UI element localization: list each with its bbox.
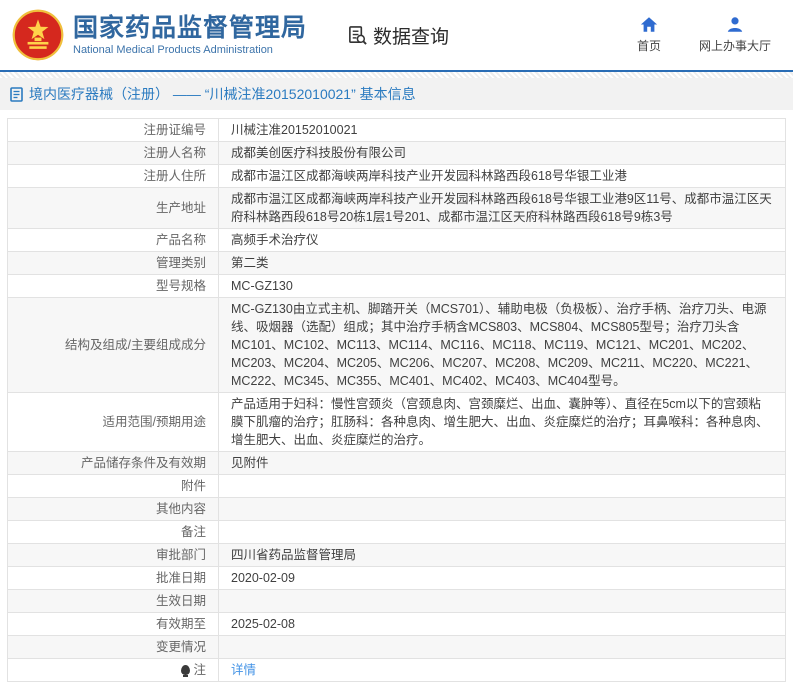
- row-label: 管理类别: [8, 252, 219, 275]
- table-row: 附件: [8, 475, 786, 498]
- document-icon: [10, 87, 24, 102]
- row-label: 注册证编号: [8, 119, 219, 142]
- table-row: 审批部门四川省药品监督管理局: [8, 544, 786, 567]
- row-label: 附件: [8, 475, 219, 498]
- table-row: 注册人住所成都市温江区成都海峡两岸科技产业开发园科林路西段618号华银工业港: [8, 165, 786, 188]
- row-label: 产品储存条件及有效期: [8, 452, 219, 475]
- row-value: 见附件: [219, 452, 786, 475]
- org-names: 国家药品监督管理局 National Medical Products Admi…: [73, 14, 307, 56]
- row-label: 变更情况: [8, 636, 219, 659]
- breadcrumb-text: 境内医疗器械（注册） —— “川械注准20152010021” 基本信息: [29, 84, 416, 104]
- row-label: 审批部门: [8, 544, 219, 567]
- row-value: 成都市温江区成都海峡两岸科技产业开发园科林路西段618号华银工业港9区11号、成…: [219, 188, 786, 229]
- row-value: 高频手术治疗仪: [219, 229, 786, 252]
- row-label: 结构及组成/主要组成成分: [8, 298, 219, 393]
- table-row: 变更情况: [8, 636, 786, 659]
- nav-service-hall-label: 网上办事大厅: [699, 37, 771, 54]
- row-label: 批准日期: [8, 567, 219, 590]
- table-row: 注详情: [8, 659, 786, 682]
- table-row: 注册证编号川械注准20152010021: [8, 119, 786, 142]
- table-row: 生效日期: [8, 590, 786, 613]
- header-nav: 首页 网上办事大厅: [629, 16, 781, 54]
- row-label: 其他内容: [8, 498, 219, 521]
- row-label: 型号规格: [8, 275, 219, 298]
- row-value: 第二类: [219, 252, 786, 275]
- breadcrumb: 境内医疗器械（注册） —— “川械注准20152010021” 基本信息: [0, 78, 793, 110]
- nav-home-label: 首页: [637, 37, 661, 54]
- note-bulb-icon: [181, 665, 190, 675]
- data-query-title: 数据查询: [347, 22, 449, 49]
- table-row: 注册人名称成都美创医疗科技股份有限公司: [8, 142, 786, 165]
- table-row: 其他内容: [8, 498, 786, 521]
- row-value: MC-GZ130由立式主机、脚踏开关（MCS701）、辅助电极（负极板）、治疗手…: [219, 298, 786, 393]
- table-row: 适用范围/预期用途产品适用于妇科：慢性宫颈炎（宫颈息肉、宫颈糜烂、出血、囊肿等）…: [8, 393, 786, 452]
- row-value: 产品适用于妇科：慢性宫颈炎（宫颈息肉、宫颈糜烂、出血、囊肿等）、直径在5cm以下…: [219, 393, 786, 452]
- home-icon: [640, 16, 658, 33]
- table-row: 有效期至2025-02-08: [8, 613, 786, 636]
- row-value: [219, 498, 786, 521]
- row-value: 2020-02-09: [219, 567, 786, 590]
- row-label: 有效期至: [8, 613, 219, 636]
- table-row: 备注: [8, 521, 786, 544]
- nav-service-hall[interactable]: 网上办事大厅: [699, 16, 771, 54]
- table-wrap: 注册证编号川械注准20152010021注册人名称成都美创医疗科技股份有限公司注…: [0, 110, 793, 682]
- row-value: MC-GZ130: [219, 275, 786, 298]
- row-value: 四川省药品监督管理局: [219, 544, 786, 567]
- row-label: 注册人名称: [8, 142, 219, 165]
- national-emblem-icon: [12, 9, 64, 61]
- data-query-icon: [347, 25, 368, 46]
- row-label: 产品名称: [8, 229, 219, 252]
- table-row: 管理类别第二类: [8, 252, 786, 275]
- table-row: 型号规格MC-GZ130: [8, 275, 786, 298]
- table-row: 批准日期2020-02-09: [8, 567, 786, 590]
- org-name-cn: 国家药品监督管理局: [73, 14, 307, 42]
- row-value: 成都美创医疗科技股份有限公司: [219, 142, 786, 165]
- row-label: 生效日期: [8, 590, 219, 613]
- user-icon: [726, 16, 744, 33]
- row-value: 川械注准20152010021: [219, 119, 786, 142]
- nav-home[interactable]: 首页: [629, 16, 669, 54]
- row-value: [219, 521, 786, 544]
- table-row: 产品名称高频手术治疗仪: [8, 229, 786, 252]
- row-label: 生产地址: [8, 188, 219, 229]
- row-value: [219, 590, 786, 613]
- table-row: 生产地址成都市温江区成都海峡两岸科技产业开发园科林路西段618号华银工业港9区1…: [8, 188, 786, 229]
- row-value: 成都市温江区成都海峡两岸科技产业开发园科林路西段618号华银工业港: [219, 165, 786, 188]
- info-table-body: 注册证编号川械注准20152010021注册人名称成都美创医疗科技股份有限公司注…: [8, 119, 786, 682]
- header: 国家药品监督管理局 National Medical Products Admi…: [0, 0, 793, 70]
- table-row: 结构及组成/主要组成成分MC-GZ130由立式主机、脚踏开关（MCS701）、辅…: [8, 298, 786, 393]
- row-label: 注: [8, 659, 219, 682]
- row-label: 注册人住所: [8, 165, 219, 188]
- row-value: [219, 475, 786, 498]
- data-query-label: 数据查询: [373, 22, 449, 49]
- table-row: 产品储存条件及有效期见附件: [8, 452, 786, 475]
- row-value: [219, 636, 786, 659]
- org-name-en: National Medical Products Administration: [73, 44, 307, 56]
- row-label: 适用范围/预期用途: [8, 393, 219, 452]
- row-label: 备注: [8, 521, 219, 544]
- row-value: 详情: [219, 659, 786, 682]
- info-table: 注册证编号川械注准20152010021注册人名称成都美创医疗科技股份有限公司注…: [7, 118, 786, 682]
- nmpa-logo: 国家药品监督管理局 National Medical Products Admi…: [12, 9, 307, 61]
- row-value: 2025-02-08: [219, 613, 786, 636]
- detail-link[interactable]: 详情: [231, 663, 256, 677]
